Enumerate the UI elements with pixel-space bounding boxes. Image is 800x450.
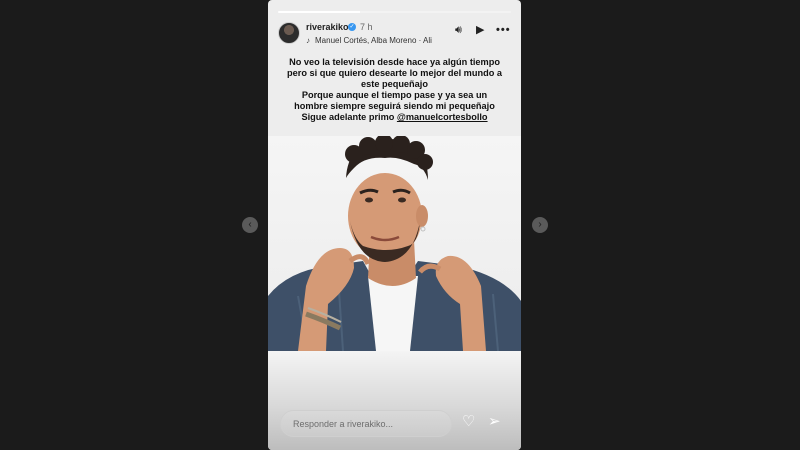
caption-line-last: Sigue adelante primo @manuelcortesbollo [280, 112, 509, 123]
story-progress-fill [278, 11, 360, 13]
chevron-right-icon: › [538, 219, 542, 230]
caption-line: pero si que quiero desearte lo mejor del… [287, 68, 502, 78]
heart-icon[interactable]: ♡ [462, 414, 475, 429]
story-caption: No veo la televisión desde hace ya algún… [280, 57, 509, 123]
caption-line: hombre siempre seguirá siendo mi pequeña… [294, 101, 495, 111]
story-timestamp: 7 h [360, 22, 373, 32]
caption-line: No veo la televisión desde hace ya algún… [289, 57, 500, 67]
previous-story-button[interactable]: ‹ [242, 217, 258, 233]
caption-line: Porque aunque el tiempo pase y ya sea un [301, 90, 488, 100]
reply-input[interactable] [280, 410, 452, 437]
story-viewer: riverakiko ✓ 7 h ♪ Manuel Cortés, Alba M… [268, 0, 521, 450]
music-note-icon: ♪ [306, 36, 310, 45]
more-icon[interactable]: ••• [496, 25, 511, 36]
next-story-button[interactable]: › [532, 217, 548, 233]
story-photo [268, 136, 521, 351]
mention-link[interactable]: @manuelcortesbollo [397, 112, 488, 122]
chevron-left-icon: ‹ [248, 219, 252, 230]
caption-line: este pequeñajo [361, 79, 428, 89]
play-icon[interactable]: ▶ [476, 25, 484, 36]
speaker-icon[interactable]: 🔊︎ [455, 25, 462, 36]
story-progress-bar [278, 11, 511, 13]
send-icon[interactable]: ➢ [488, 414, 501, 429]
caption-text: Sigue adelante primo [301, 112, 397, 122]
music-label[interactable]: Manuel Cortés, Alba Moreno · Ali [315, 36, 432, 45]
story-header: riverakiko ✓ 7 h ♪ Manuel Cortés, Alba M… [278, 20, 511, 50]
avatar[interactable] [278, 22, 300, 44]
verified-badge-icon: ✓ [348, 23, 356, 31]
username[interactable]: riverakiko [306, 22, 349, 32]
